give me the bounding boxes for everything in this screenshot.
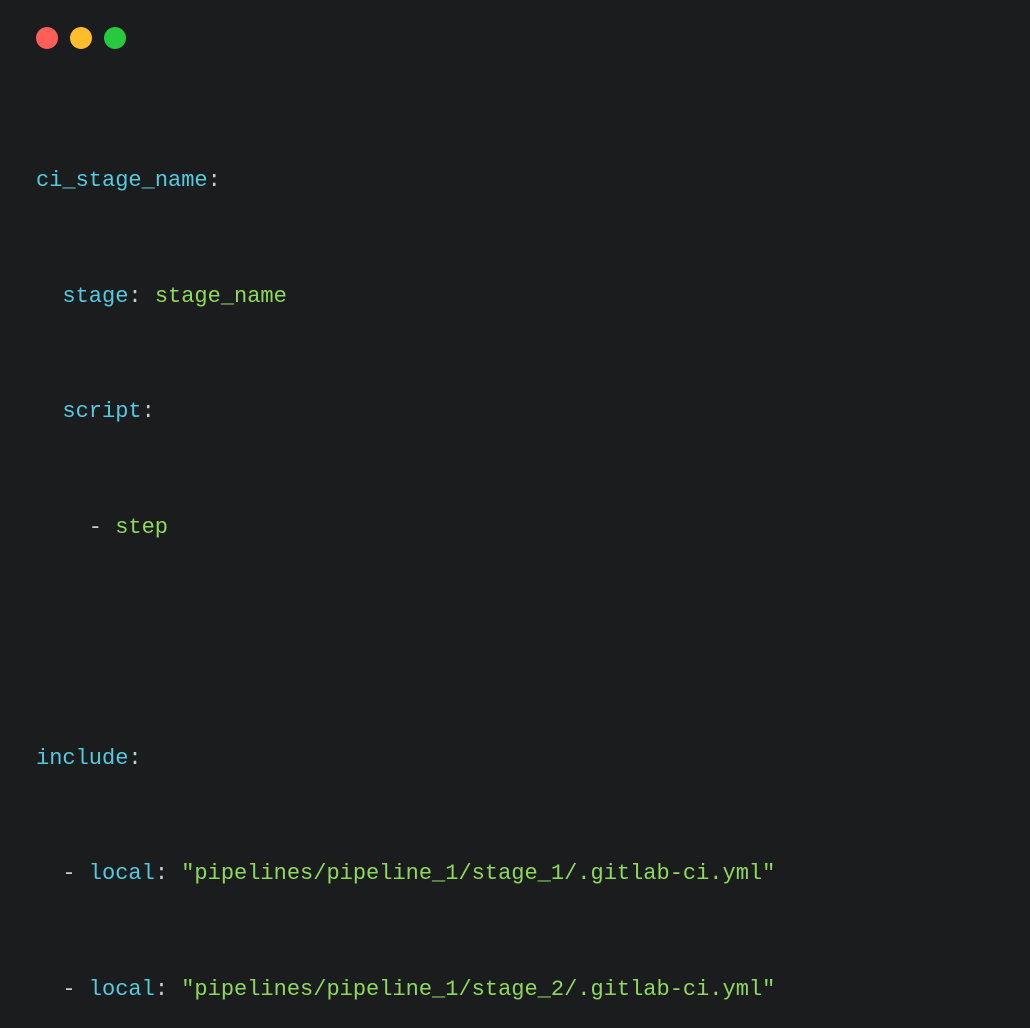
code-line: stage: stage_name	[36, 278, 994, 317]
yaml-punct: :	[128, 746, 141, 771]
code-line: ci_stage_name:	[36, 162, 994, 201]
yaml-key: local	[89, 977, 155, 1002]
yaml-punct: :	[142, 399, 155, 424]
yaml-punct: :	[208, 168, 221, 193]
yaml-value: stage_name	[155, 284, 287, 309]
yaml-value: "pipelines/pipeline_1/stage_1/.gitlab-ci…	[181, 861, 775, 886]
code-line: - local: "pipelines/pipeline_1/stage_2/.…	[36, 971, 994, 1010]
yaml-punct: -	[89, 515, 115, 540]
yaml-key: include	[36, 746, 128, 771]
code-line: - local: "pipelines/pipeline_1/stage_1/.…	[36, 855, 994, 894]
minimize-icon[interactable]	[70, 27, 92, 49]
yaml-key: ci_stage_name	[36, 168, 208, 193]
yaml-key: script	[62, 399, 141, 424]
yaml-punct: :	[155, 977, 181, 1002]
yaml-key: stage	[62, 284, 128, 309]
zoom-icon[interactable]	[104, 27, 126, 49]
code-line: - step	[36, 509, 994, 548]
code-window: ci_stage_name: stage: stage_name script:…	[0, 0, 1030, 1028]
close-icon[interactable]	[36, 27, 58, 49]
yaml-punct: -	[62, 977, 88, 1002]
code-line: script:	[36, 393, 994, 432]
yaml-punct: :	[128, 284, 154, 309]
window-traffic-lights	[36, 27, 994, 49]
yaml-punct: -	[62, 861, 88, 886]
yaml-value: "pipelines/pipeline_1/stage_2/.gitlab-ci…	[181, 977, 775, 1002]
code-blank-line	[36, 624, 994, 663]
yaml-punct: :	[155, 861, 181, 886]
code-block: ci_stage_name: stage: stage_name script:…	[36, 85, 994, 1028]
code-line: include:	[36, 740, 994, 779]
yaml-value: step	[115, 515, 168, 540]
yaml-key: local	[89, 861, 155, 886]
